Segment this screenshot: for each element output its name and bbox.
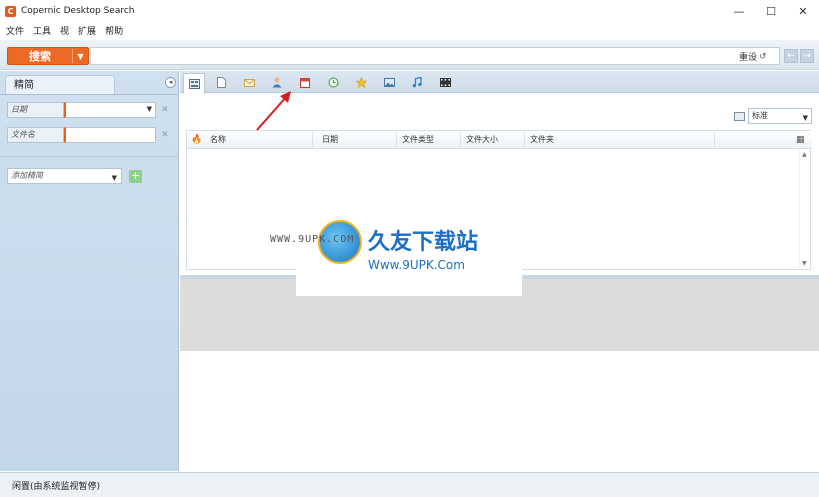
filter-row-filename: 文件名 ✕: [7, 127, 169, 143]
column-name[interactable]: 名称: [205, 131, 313, 149]
column-date[interactable]: 日期: [317, 131, 397, 149]
music-icon: [412, 77, 422, 88]
filter-label-filename: 文件名: [7, 127, 64, 143]
favorites-icon: [355, 77, 367, 88]
window-controls: — ☐ ✕: [723, 0, 819, 22]
menu-tools[interactable]: 工具: [33, 24, 51, 37]
add-filter-row: 添加精简 ▼ +: [7, 168, 142, 184]
watermark: WWW.9UPK.COM 久友下载站 Www.9UPK.Com: [270, 218, 522, 296]
filter-label-date: 日期: [7, 102, 64, 118]
collapse-panel-icon[interactable]: ◂: [165, 77, 176, 88]
tab-videos[interactable]: [434, 73, 456, 92]
filename-filter-field[interactable]: [64, 127, 156, 143]
scroll-down-icon[interactable]: ▼: [802, 260, 807, 267]
watermark-left-text: WWW.9UPK.COM: [270, 234, 355, 245]
search-bar: 搜索 ▼ 重设 ↺ ← →: [0, 40, 819, 70]
tab-images[interactable]: [378, 73, 400, 92]
results-scrollbar[interactable]: ▲ ▼: [799, 149, 810, 269]
add-filter-plus-icon[interactable]: +: [129, 169, 142, 183]
app-logo-icon: C: [5, 5, 16, 17]
results-header: 🔥 名称 日期 文件类型 文件大小 文件夹 ▦: [187, 131, 812, 149]
add-filter-select[interactable]: 添加精简 ▼: [7, 168, 122, 184]
divider: [0, 156, 179, 157]
image-icon: [383, 78, 395, 87]
minimize-button[interactable]: —: [723, 0, 755, 22]
view-select-value: 标准: [752, 111, 768, 120]
chevron-down-icon[interactable]: ▼: [73, 52, 88, 61]
annotation-arrow-icon: [256, 91, 291, 131]
chevron-down-icon[interactable]: ▼: [112, 171, 117, 185]
search-button-label: 搜索: [29, 50, 51, 63]
refine-tab[interactable]: 精简: [5, 75, 115, 95]
menu-view[interactable]: 视: [60, 24, 69, 37]
view-mode-icon[interactable]: [734, 112, 745, 121]
tab-music[interactable]: [406, 73, 428, 92]
add-filter-placeholder: 添加精简: [11, 171, 43, 180]
calendar-icon: [300, 77, 310, 88]
scroll-up-icon[interactable]: ▲: [802, 151, 807, 158]
tab-history[interactable]: [322, 73, 344, 92]
status-text: 闲置(由系统监视暂停): [12, 482, 101, 492]
tab-calendar[interactable]: [294, 73, 316, 92]
refine-tab-underline: [0, 94, 179, 95]
view-select[interactable]: 标准 ▼: [748, 108, 812, 124]
relevance-icon[interactable]: 🔥: [191, 135, 202, 145]
column-type[interactable]: 文件类型: [397, 131, 461, 149]
email-icon: [243, 78, 255, 87]
contact-icon: [272, 77, 282, 88]
column-folder[interactable]: 文件夹: [525, 131, 715, 149]
chevron-down-icon[interactable]: ▼: [147, 105, 152, 113]
back-button[interactable]: ←: [784, 49, 798, 63]
filter-row-date: 日期 ▼ ✕: [7, 102, 169, 118]
reset-label: 重设: [739, 53, 758, 63]
maximize-button[interactable]: ☐: [755, 0, 787, 22]
title-bar: C Copernic Desktop Search — ☐ ✕: [0, 0, 819, 22]
status-bar: 闲置(由系统监视暂停): [0, 472, 819, 497]
document-icon: [216, 77, 226, 88]
watermark-url: Www.9UPK.Com: [368, 258, 465, 272]
search-input[interactable]: [90, 47, 780, 65]
menu-extensions[interactable]: 扩展: [78, 24, 96, 37]
tab-documents[interactable]: [210, 73, 232, 92]
chevron-down-icon[interactable]: ▼: [803, 111, 808, 125]
search-button[interactable]: 搜索 ▼: [7, 47, 89, 65]
forward-button[interactable]: →: [800, 49, 814, 63]
date-filter-field[interactable]: ▼: [64, 102, 156, 118]
all-icon: [188, 78, 200, 89]
close-button[interactable]: ✕: [787, 0, 819, 22]
watermark-brand: 久友下载站: [368, 230, 479, 255]
history-icon: [328, 77, 338, 88]
remove-filter-icon[interactable]: ✕: [161, 130, 169, 140]
tab-favorites[interactable]: [350, 73, 372, 92]
menu-help[interactable]: 帮助: [105, 24, 123, 37]
menu-bar: 文件 工具 视 扩展 帮助: [0, 22, 819, 38]
tab-all[interactable]: [183, 73, 205, 94]
window-title: Copernic Desktop Search: [21, 6, 135, 16]
remove-filter-icon[interactable]: ✕: [161, 105, 169, 115]
column-size[interactable]: 文件大小: [461, 131, 525, 149]
menu-file[interactable]: 文件: [6, 24, 24, 37]
video-icon: [439, 78, 451, 87]
refine-panel: 精简 ◂ 日期 ▼ ✕ 文件名 ✕ 添加精简 ▼ +: [0, 71, 179, 471]
reset-button[interactable]: 重设 ↺: [739, 50, 767, 64]
columns-chooser-icon[interactable]: ▦: [796, 135, 805, 145]
undo-icon: ↺: [759, 51, 767, 62]
